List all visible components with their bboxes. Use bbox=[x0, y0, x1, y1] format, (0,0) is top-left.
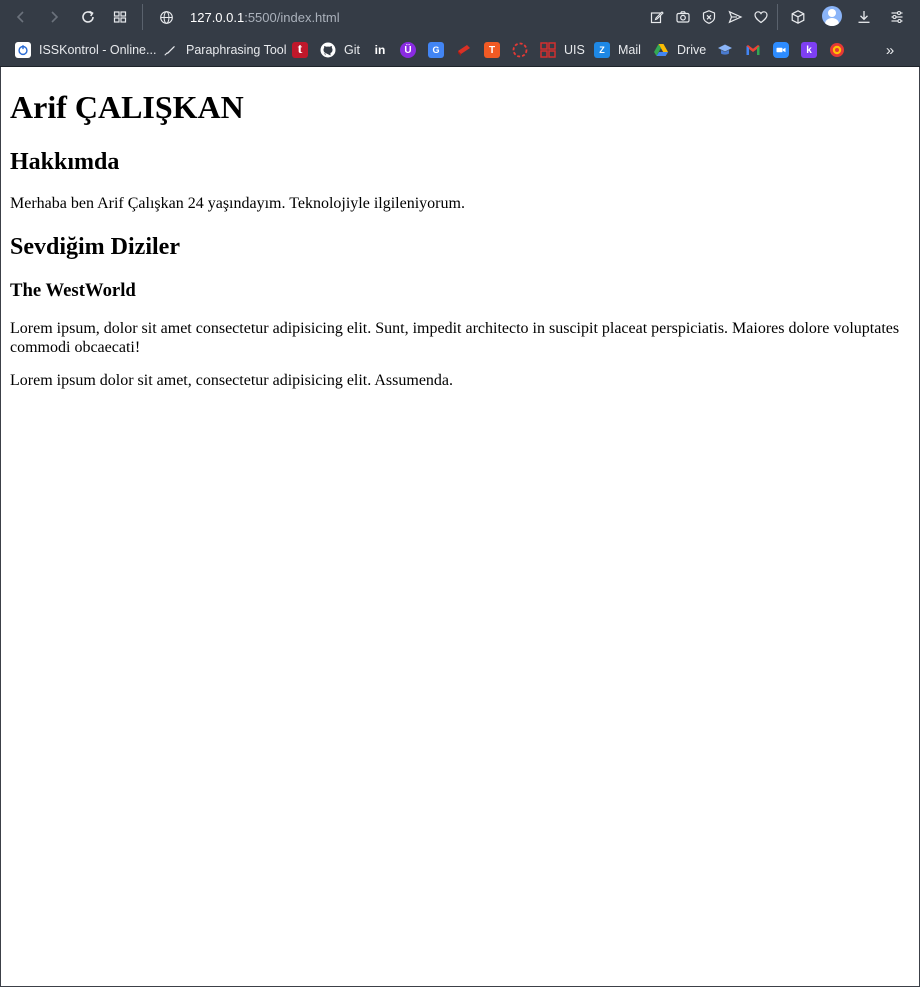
zoho-mail-icon: Z bbox=[594, 42, 610, 58]
send-icon[interactable] bbox=[723, 5, 747, 29]
bookmark-zoom[interactable] bbox=[773, 40, 789, 60]
profile-avatar[interactable] bbox=[822, 6, 842, 26]
u-icon: Ü bbox=[400, 42, 416, 58]
series-heading: Sevdiğim Diziler bbox=[10, 234, 180, 260]
url-host: 127.0.0.1 bbox=[190, 9, 245, 25]
uis-icon bbox=[540, 42, 556, 58]
bookmark-isskontrol[interactable]: ISSKontrol - Online... bbox=[15, 40, 156, 60]
circle-dash-icon bbox=[512, 42, 528, 58]
bookmark-label: ISSKontrol - Online... bbox=[39, 43, 157, 57]
bookmark-circle[interactable] bbox=[512, 40, 528, 60]
about-heading: Hakkımda bbox=[10, 149, 120, 175]
edit-icon[interactable] bbox=[645, 5, 669, 29]
bookmark-paraphrasing-tool[interactable]: Paraphrasing Tool bbox=[162, 40, 287, 60]
bookmark-book[interactable] bbox=[456, 40, 472, 60]
bookmark-k[interactable]: k bbox=[801, 40, 817, 60]
url-path: :5500/index.html bbox=[244, 9, 340, 25]
settings-icon[interactable] bbox=[885, 5, 909, 29]
globe-icon bbox=[156, 7, 176, 27]
translate-icon: G bbox=[428, 42, 444, 58]
reload-icon[interactable] bbox=[76, 5, 100, 29]
github-icon bbox=[320, 42, 336, 58]
t-square-icon: T bbox=[484, 42, 500, 58]
bookmark-linkedin[interactable]: in bbox=[372, 40, 388, 60]
forward-icon[interactable] bbox=[42, 5, 66, 29]
camera-icon[interactable] bbox=[671, 5, 695, 29]
linkedin-icon: in bbox=[374, 43, 386, 57]
target-icon bbox=[829, 42, 845, 58]
show-paragraph-1: Lorem ipsum, dolor sit amet consectetur … bbox=[10, 320, 900, 356]
bookmark-gmail[interactable] bbox=[745, 40, 761, 60]
bookmark-t-square[interactable]: T bbox=[484, 40, 500, 60]
bookmark-label: Paraphrasing Tool bbox=[186, 43, 287, 57]
toolbar-divider bbox=[777, 4, 778, 30]
bookmarks-bar: ISSKontrol - Online... Paraphrasing Tool… bbox=[0, 34, 920, 66]
t-icon: t bbox=[292, 42, 308, 58]
bookmark-mail[interactable]: Z Mail bbox=[594, 40, 641, 60]
avatar-head bbox=[828, 9, 836, 17]
page-viewport[interactable]: Arif ÇALIŞKAN Hakkımda Merhaba ben Arif … bbox=[0, 67, 920, 987]
drive-icon bbox=[653, 42, 669, 58]
cube-icon[interactable] bbox=[786, 5, 810, 29]
bookmark-uis[interactable]: UIS bbox=[540, 40, 585, 60]
bookmark-label: Git bbox=[344, 43, 360, 57]
about-text: Merhaba ben Arif Çalışkan 24 yaşındayım.… bbox=[10, 195, 465, 212]
bookmarks-overflow-button[interactable]: » bbox=[880, 40, 900, 60]
isskontrol-icon bbox=[15, 42, 31, 58]
shield-x-icon[interactable] bbox=[697, 5, 721, 29]
download-icon[interactable] bbox=[852, 5, 876, 29]
show-paragraph-2: Lorem ipsum dolor sit amet, consectetur … bbox=[10, 372, 454, 389]
bookmark-git[interactable]: Git bbox=[320, 40, 360, 60]
avatar-body bbox=[825, 18, 839, 26]
feather-icon bbox=[162, 42, 178, 58]
back-icon[interactable] bbox=[9, 5, 33, 29]
zoom-icon bbox=[773, 42, 789, 58]
mortarboard-icon bbox=[717, 42, 733, 58]
bookmark-u[interactable]: Ü bbox=[400, 40, 416, 60]
bookmark-label: Drive bbox=[677, 43, 707, 57]
toolbar-divider bbox=[142, 4, 143, 30]
browser-toolbar: 127.0.0.1:5500/index.html bbox=[0, 0, 920, 34]
gmail-icon bbox=[745, 42, 761, 58]
address-bar[interactable]: 127.0.0.1:5500/index.html bbox=[156, 4, 636, 30]
bookmark-translate[interactable]: G bbox=[428, 40, 444, 60]
heart-icon[interactable] bbox=[749, 5, 773, 29]
browser-chrome: 127.0.0.1:5500/index.html ISSKontrol - O… bbox=[0, 0, 920, 67]
url-text: 127.0.0.1:5500/index.html bbox=[190, 10, 340, 25]
show-title: The WestWorld bbox=[10, 280, 136, 301]
book-icon bbox=[456, 42, 472, 58]
bookmark-target[interactable] bbox=[829, 40, 845, 60]
bookmark-label: UIS bbox=[564, 43, 585, 57]
bookmark-drive[interactable]: Drive bbox=[653, 40, 706, 60]
k-icon: k bbox=[801, 42, 817, 58]
bookmark-label: Mail bbox=[618, 43, 641, 57]
bookmark-mortarboard[interactable] bbox=[717, 40, 733, 60]
page-title: Arif ÇALIŞKAN bbox=[10, 89, 244, 125]
tabs-grid-icon[interactable] bbox=[108, 5, 132, 29]
bookmark-t[interactable]: t bbox=[292, 40, 308, 60]
